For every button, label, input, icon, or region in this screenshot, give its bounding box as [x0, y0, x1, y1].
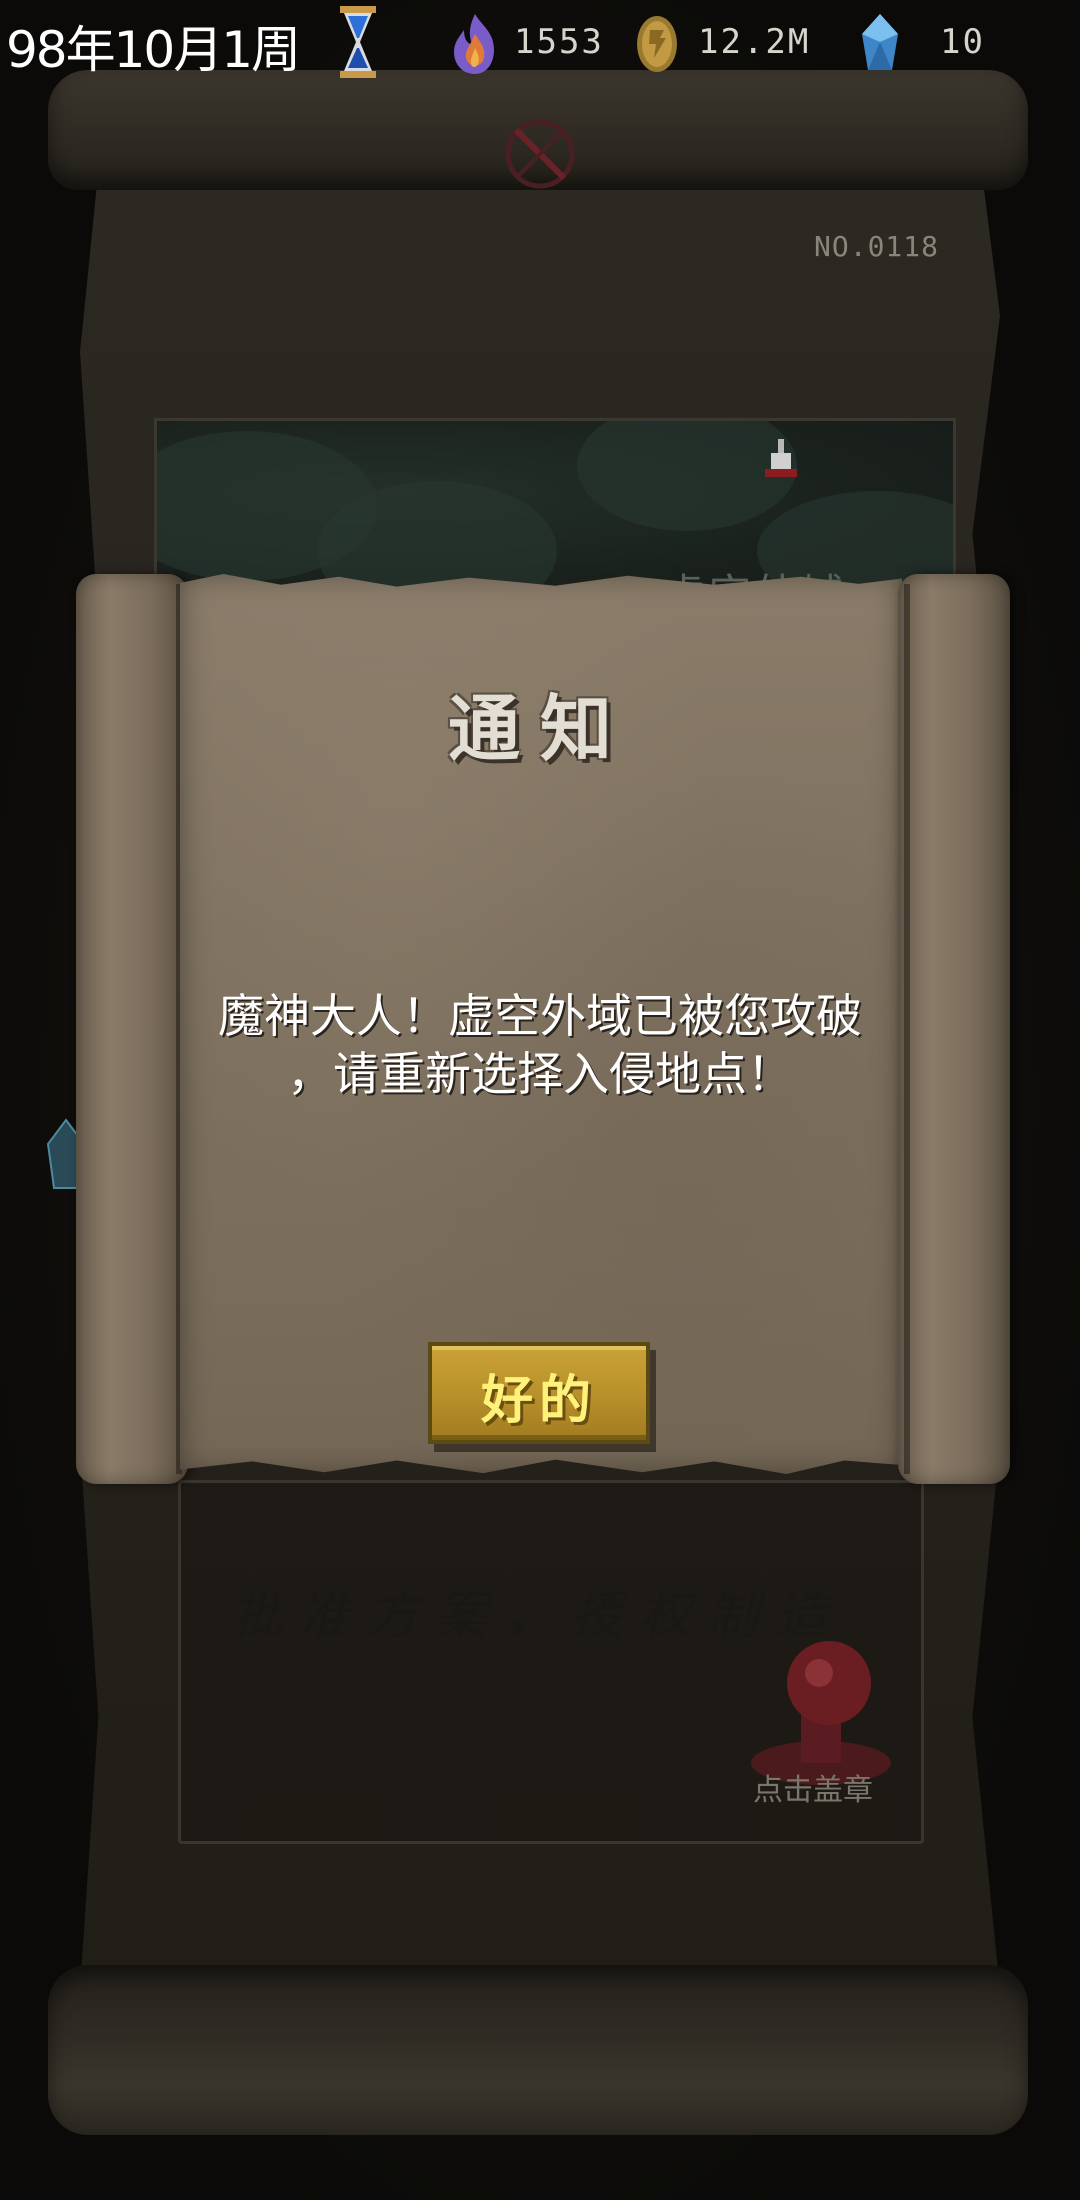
gold-coin-icon [637, 16, 677, 72]
approval-panel: 批准方案，授权制造 点击盖章 [178, 1480, 924, 1844]
map-marker-icon [765, 439, 797, 477]
notification-dialog: 通知 魔神大人！虚空外域已被您攻破 ，请重新选择入侵地点！ 好的 [72, 562, 1010, 1492]
crystal-value: 10 [940, 22, 985, 62]
gold-value: 12.2M [698, 22, 811, 62]
scroll-bottom-roll [48, 1965, 1028, 2135]
blue-crystal-icon [862, 14, 898, 70]
stamp-label: 点击盖章 [753, 1773, 873, 1808]
purple-flame-icon [454, 14, 494, 74]
ok-button[interactable]: 好的 [428, 1342, 650, 1444]
stamp-button[interactable]: 点击盖章 [741, 1633, 911, 1823]
crossed-circle-seal-icon [505, 119, 575, 189]
ok-button-label: 好的 [480, 1371, 597, 1431]
dialog-title: 通知 [447, 687, 632, 771]
flame-value: 1553 [514, 22, 604, 62]
dialog-message: 魔神大人！虚空外域已被您攻破 ，请重新选择入侵地点！ [218, 989, 862, 1101]
hourglass-icon [340, 6, 376, 78]
gold-resource: 12.2M [632, 12, 832, 72]
game-screen: 98年10月1周 1553 12.2M 10 NO.0118 批准方案，授权制造… [0, 0, 1080, 2200]
status-bar: 98年10月1周 1553 12.2M 10 [0, 0, 1080, 90]
game-date: 98年10月1周 [6, 21, 301, 79]
document-number: NO.0118 [814, 230, 940, 263]
flame-resource: 1553 [448, 12, 618, 74]
crystal-resource: 10 [856, 12, 996, 72]
